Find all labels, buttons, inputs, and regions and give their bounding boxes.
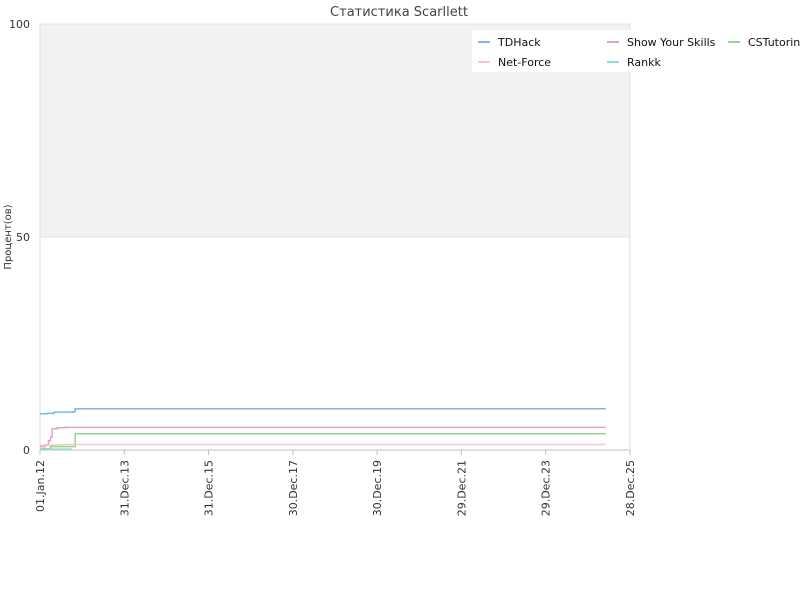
series-line — [40, 433, 606, 450]
plot-area — [39, 23, 631, 451]
x-tick-label: 29.Dec.23 — [540, 460, 553, 516]
x-tick-label: 31.Dec.13 — [118, 460, 131, 516]
legend-label: TDHack — [497, 36, 541, 49]
series-line — [40, 426, 606, 448]
legend-label: Net-Force — [498, 56, 551, 69]
x-tick-label: 31.Dec.15 — [203, 460, 216, 516]
legend-label: Rankk — [627, 56, 661, 69]
chart-title: Статистика Scarllett — [330, 5, 468, 20]
y-tick-label: 50 — [16, 231, 30, 244]
legend-label: Show Your Skills — [627, 36, 716, 49]
x-tick-label: 30.Dec.19 — [371, 460, 384, 516]
series-group — [40, 407, 606, 450]
legend-label: CSTutoringCenter — [748, 36, 800, 49]
chart-container: Статистика Scarllett Процент(ов) 0 50 100 0… — [0, 0, 800, 600]
y-axis-label: Процент(ов) — [3, 204, 14, 269]
x-tick-label: 01.Jan.12 — [34, 460, 47, 512]
legend[interactable]: TDHack Show Your Skills CSTutoringCenter Ne… — [472, 30, 800, 72]
series-line — [40, 443, 606, 447]
line-chart: Статистика Scarllett Процент(ов) 0 50 100 0… — [3, 5, 800, 516]
x-tick-label: 30.Dec.17 — [287, 460, 300, 516]
series-line — [40, 407, 606, 415]
y-tick-label: 100 — [9, 18, 30, 31]
y-tick-label: 0 — [23, 444, 30, 457]
x-tick-label: 28.Dec.25 — [624, 460, 637, 516]
x-tick-label: 29.Dec.21 — [455, 460, 468, 516]
